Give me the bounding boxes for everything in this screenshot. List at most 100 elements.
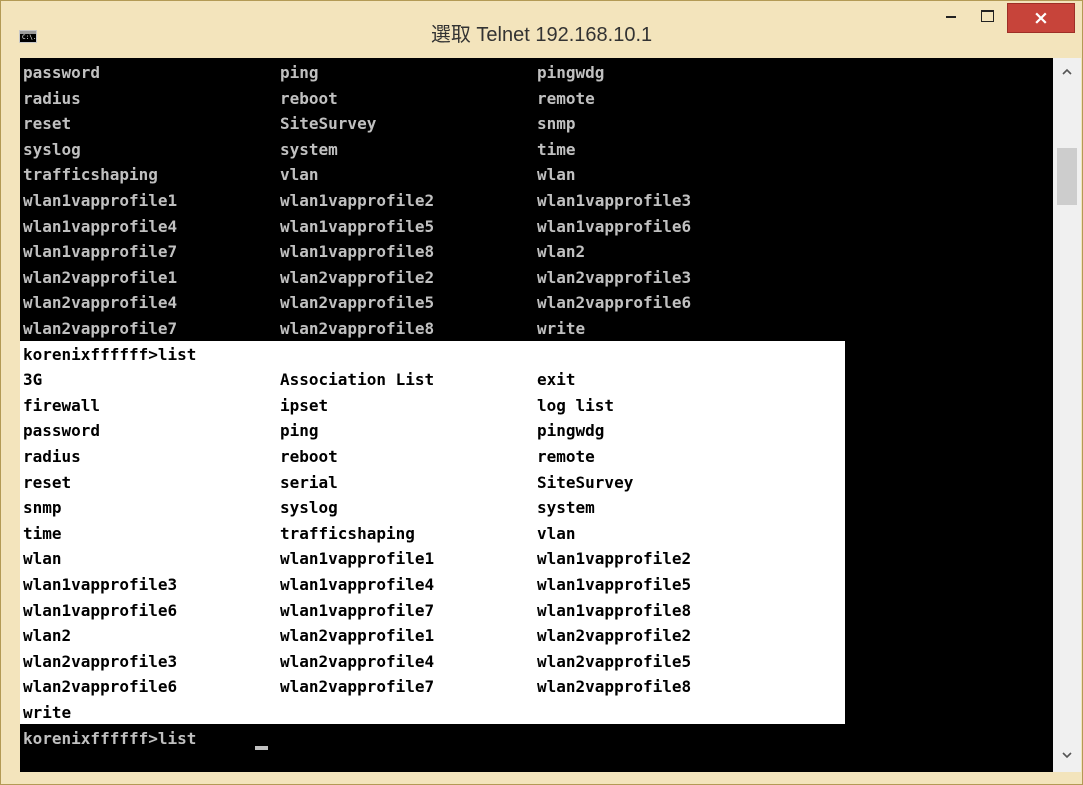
console-cell: wlan2vapprofile5 — [537, 651, 692, 671]
scroll-up-button[interactable] — [1053, 58, 1081, 88]
console-cell: radius — [23, 447, 81, 466]
console-cell: wlan1vapprofile5 — [280, 216, 435, 236]
console-cell: wlan — [537, 165, 576, 185]
console-cell: wlan2vapprofile1 — [23, 267, 178, 287]
console-line: time trafficshaping vlan — [20, 521, 1053, 546]
text-cursor — [255, 745, 268, 750]
console-cell: Association List — [280, 370, 435, 390]
console-line: radius reboot remote — [20, 86, 1053, 111]
console-cell: 3G — [23, 370, 43, 390]
console-cell: vlan — [537, 523, 576, 543]
console-line: wlan wlan1vapprofile1 wlan1vapprofile2 — [20, 546, 1053, 571]
console-cell: reset — [23, 472, 72, 492]
console-cell: ping — [280, 421, 319, 441]
console-cell: SiteSurvey — [280, 114, 377, 134]
console-output[interactable]: password ping pingwdg radius reboot remote res… — [20, 58, 1053, 772]
console-line: korenixffffff>list — [20, 342, 1053, 367]
console-cell: reboot — [280, 88, 338, 108]
console-cell: wlan2vapprofile5 — [280, 293, 435, 313]
console-cell: wlan1vapprofile1 — [280, 549, 435, 569]
console-line: trafficshaping vlan wlan — [20, 162, 1053, 187]
console-line: wlan1vapprofile7 wlan1vapprofile8 wlan2 — [20, 239, 1053, 264]
console-cell: serial — [280, 472, 338, 492]
console-cell: SiteSurvey — [537, 472, 634, 492]
console-line: wlan2 wlan2vapprofile1 wlan2vapprofile2 — [20, 623, 1053, 648]
console-cell: korenixffffff>list — [23, 344, 197, 364]
console-cell: syslog — [23, 139, 81, 159]
minimize-icon — [946, 16, 956, 18]
close-icon: × — [1033, 7, 1049, 29]
console-lines: password ping pingwdg radius reboot remote res… — [20, 58, 1053, 772]
console-line: korenixffffff>list — [20, 726, 1053, 751]
console-cell: snmp — [537, 114, 576, 134]
console-cell: write — [537, 319, 586, 338]
vertical-scrollbar[interactable] — [1053, 58, 1081, 772]
maximize-button[interactable] — [969, 4, 1005, 30]
console-cell: wlan2 — [23, 626, 72, 646]
window-title: 選取 Telnet 192.168.10.1 — [430, 24, 653, 46]
console-line: syslog system time — [20, 137, 1053, 162]
console-cell: wlan1vapprofile7 — [23, 242, 178, 262]
console-line: firewall ipset log list — [20, 393, 1053, 418]
console-line: wlan2vapprofile1 wlan2vapprofile2 wlan2vap… — [20, 265, 1053, 290]
console-line: wlan1vapprofile6 wlan1vapprofile7 wlan1vap… — [20, 598, 1053, 623]
console-cell: korenixffffff>list — [23, 728, 197, 748]
console-cell: exit — [537, 370, 576, 390]
console-cell: wlan1vapprofile4 — [23, 216, 178, 236]
console-line: wlan1vapprofile3 wlan1vapprofile4 wlan1vap… — [20, 572, 1053, 597]
console-cell: log list — [537, 395, 615, 415]
console-cell: snmp — [23, 498, 62, 518]
console-cell: wlan2vapprofile6 — [537, 293, 692, 313]
console-cell: wlan2vapprofile4 — [280, 651, 435, 671]
console-cell: remote — [537, 88, 595, 108]
console-cell: wlan2vapprofile8 — [280, 319, 435, 338]
console-line: password ping pingwdg — [20, 60, 1053, 85]
console-cell: write — [23, 703, 72, 722]
console-line: write — [20, 700, 1053, 725]
chevron-up-icon — [1062, 68, 1072, 75]
console-line: 3G Association List exit — [20, 367, 1053, 392]
console-cell: wlan1vapprofile7 — [280, 600, 435, 620]
console-cell: system — [280, 139, 338, 159]
console-cell: wlan2vapprofile2 — [280, 267, 435, 287]
console-line: wlan2vapprofile6 wlan2vapprofile7 wlan2vap… — [20, 674, 1053, 699]
console-cell: ping — [280, 63, 319, 82]
console-cell: reboot — [280, 447, 338, 466]
console-cell: password — [23, 421, 101, 441]
close-button[interactable]: × — [1007, 3, 1075, 33]
console-cell: reset — [23, 114, 72, 134]
console-cell: wlan2vapprofile2 — [537, 626, 692, 646]
console-cell: pingwdg — [537, 63, 605, 82]
console-line: radius reboot remote — [20, 444, 1053, 469]
chevron-down-icon — [1062, 752, 1072, 759]
minimize-button[interactable] — [933, 4, 969, 30]
console-cell: wlan2vapprofile1 — [280, 626, 435, 646]
console-cell: wlan1vapprofile3 — [537, 191, 692, 210]
telnet-window: C:\. 選取 Telnet 192.168.10.1 × password pi… — [0, 0, 1083, 785]
scrollbar-thumb[interactable] — [1057, 148, 1077, 205]
console-cell: wlan1vapprofile4 — [280, 575, 435, 594]
console-line: wlan1vapprofile4 wlan1vapprofile5 wlan1vap… — [20, 214, 1053, 239]
scroll-down-button[interactable] — [1053, 742, 1081, 772]
console-cell: wlan1vapprofile2 — [537, 549, 692, 569]
console-cell: wlan2vapprofile7 — [280, 677, 435, 697]
console-line: snmp syslog system — [20, 495, 1053, 520]
title-bar[interactable]: C:\. 選取 Telnet 192.168.10.1 × — [1, 1, 1082, 57]
console-cell: time — [537, 139, 576, 159]
console-cell: wlan2vapprofile3 — [537, 267, 692, 287]
console-cell: vlan — [280, 165, 319, 185]
console-cell: trafficshaping — [280, 523, 415, 543]
console-cell: firewall — [23, 395, 101, 415]
console-cell: wlan1vapprofile6 — [537, 216, 692, 236]
console-cell: ipset — [280, 395, 329, 415]
console-cell: time — [23, 523, 62, 543]
console-cell: wlan1vapprofile5 — [537, 575, 692, 594]
console-cell: wlan — [23, 549, 62, 569]
console-line: wlan2vapprofile3 wlan2vapprofile4 wlan2vap… — [20, 649, 1053, 674]
console-cell: password — [23, 63, 101, 82]
console-cell: radius — [23, 88, 81, 108]
console-cell: wlan1vapprofile3 — [23, 575, 178, 594]
console-cell: system — [537, 498, 595, 518]
console-line: wlan1vapprofile1 wlan1vapprofile2 wlan1vap… — [20, 188, 1053, 213]
console-cell: wlan2vapprofile8 — [537, 677, 692, 697]
